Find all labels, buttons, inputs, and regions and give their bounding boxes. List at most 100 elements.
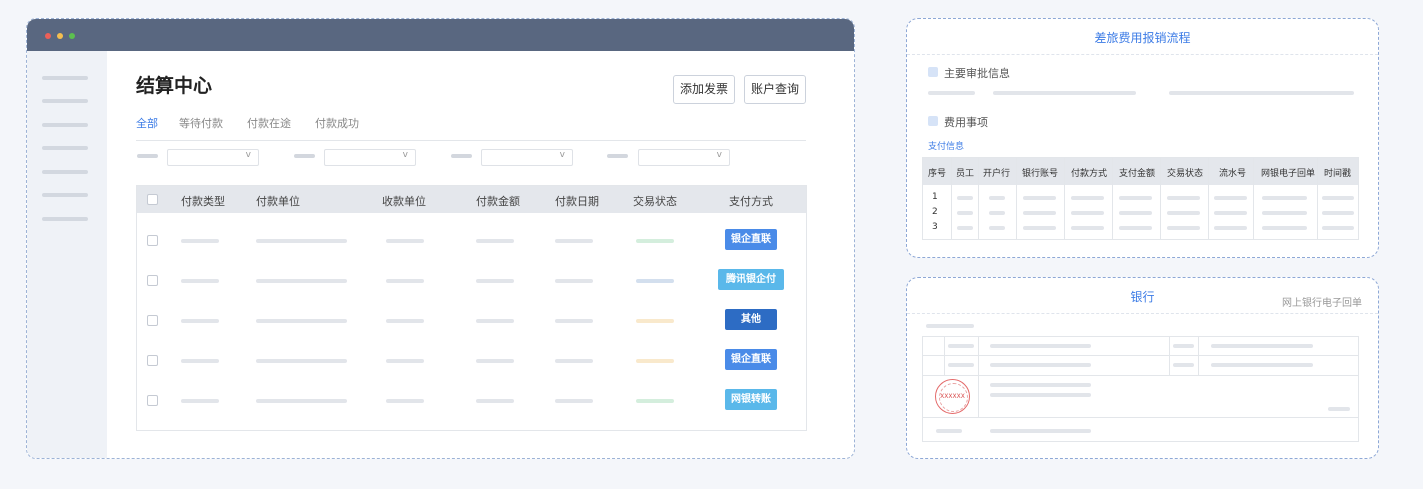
section-label: 主要审批信息	[944, 67, 1010, 80]
placeholder-text	[993, 91, 1136, 95]
placeholder-cell	[1071, 196, 1104, 200]
table-header: 付款类型 付款单位 收款单位 付款金额 付款日期 交易状态 支付方式	[137, 186, 806, 213]
column-header: 开户行	[983, 169, 1011, 179]
placeholder-cell	[555, 279, 593, 283]
account-query-button[interactable]: 账户查询	[744, 75, 806, 104]
filter-select[interactable]: v	[481, 149, 573, 166]
sidebar-item[interactable]	[42, 193, 88, 197]
chevron-down-icon: v	[402, 150, 408, 160]
row-checkbox[interactable]	[147, 235, 158, 246]
column-header: 流水号	[1219, 169, 1247, 179]
tab-all[interactable]: 全部	[136, 115, 158, 131]
placeholder-cell	[1119, 196, 1152, 200]
placeholder-cell	[989, 196, 1005, 200]
tab-payment-in-transit[interactable]: 付款在途	[247, 115, 291, 131]
placeholder-cell	[181, 399, 219, 403]
page-title: 结算中心	[136, 75, 213, 97]
placeholder-cell	[1214, 196, 1247, 200]
filter-label	[294, 154, 315, 158]
payment-method-tag[interactable]: 银企直联	[725, 349, 777, 370]
select-all-checkbox[interactable]	[147, 194, 158, 205]
table-row[interactable]: 银企直联	[137, 346, 806, 374]
settlement-window: 结算中心 添加发票 账户查询 全部 等待付款 付款在途 付款成功 v v v v…	[26, 18, 855, 459]
status-bar	[636, 359, 674, 363]
placeholder-cell	[989, 226, 1005, 230]
placeholder-text	[990, 363, 1091, 367]
filter-select[interactable]: v	[167, 149, 259, 166]
row-checkbox[interactable]	[147, 275, 158, 286]
row-checkbox[interactable]	[147, 395, 158, 406]
panel-divider	[907, 54, 1378, 55]
sidebar	[27, 51, 107, 458]
column-header: 支付金额	[1119, 169, 1156, 179]
add-invoice-button[interactable]: 添加发票	[673, 75, 735, 104]
payment-info-label: 支付信息	[928, 142, 965, 152]
sidebar-item[interactable]	[42, 146, 88, 150]
status-bar	[636, 319, 674, 323]
table-row[interactable]: 其他	[137, 306, 806, 334]
seal-text: XXXXXX	[940, 393, 965, 400]
travel-reimbursement-panel: 差旅费用报销流程 主要审批信息 费用事项 支付信息 序号 员工 开户行 银行账号…	[906, 18, 1379, 258]
placeholder-cell	[386, 279, 424, 283]
window-close-dot[interactable]	[45, 33, 51, 39]
row-divider	[923, 355, 1358, 356]
table-header: 序号 员工 开户行 银行账号 付款方式 支付金额 交易状态 流水号 网银电子回单…	[923, 158, 1358, 185]
panel-title: 差旅费用报销流程	[1094, 31, 1191, 45]
filter-label	[607, 154, 628, 158]
table-row[interactable]: 银企直联	[137, 226, 806, 254]
tab-payment-success[interactable]: 付款成功	[315, 115, 359, 131]
placeholder-cell	[476, 239, 514, 243]
row-number: 1	[932, 192, 938, 202]
payment-method-tag[interactable]: 银企直联	[725, 229, 777, 250]
row-checkbox[interactable]	[147, 315, 158, 326]
row-checkbox[interactable]	[147, 355, 158, 366]
placeholder-cell	[181, 319, 219, 323]
placeholder-cell	[1167, 226, 1200, 230]
placeholder-cell	[256, 239, 347, 243]
payment-method-tag[interactable]: 网银转账	[725, 389, 777, 410]
placeholder-text	[928, 91, 975, 95]
table-row[interactable]: 腾讯银企付	[137, 266, 806, 294]
placeholder-cell	[1262, 226, 1307, 230]
column-divider	[1169, 337, 1170, 375]
placeholder-text	[990, 393, 1091, 397]
placeholder-cell	[386, 399, 424, 403]
column-divider	[944, 337, 945, 375]
placeholder-cell	[1119, 211, 1152, 215]
placeholder-cell	[555, 399, 593, 403]
square-bullet-icon	[928, 116, 938, 126]
sidebar-item[interactable]	[42, 217, 88, 221]
placeholder-cell	[386, 239, 424, 243]
filter-select[interactable]: v	[638, 149, 730, 166]
filter-label	[137, 154, 158, 158]
payment-method-tag[interactable]: 腾讯银企付	[718, 269, 784, 290]
column-header: 网银电子回单	[1261, 169, 1316, 179]
column-header: 付款方式	[1071, 169, 1108, 179]
placeholder-cell	[256, 359, 347, 363]
placeholder-text	[990, 429, 1091, 433]
placeholder-cell	[957, 226, 973, 230]
payment-method-tag[interactable]: 其他	[725, 309, 777, 330]
sidebar-item[interactable]	[42, 99, 88, 103]
placeholder-cell	[1023, 211, 1056, 215]
placeholder-cell	[1322, 196, 1354, 200]
sidebar-item[interactable]	[42, 123, 88, 127]
chevron-down-icon: v	[716, 150, 722, 160]
placeholder-cell	[256, 319, 347, 323]
window-minimize-dot[interactable]	[57, 33, 63, 39]
placeholder-cell	[555, 359, 593, 363]
filter-select[interactable]: v	[324, 149, 416, 166]
filter-label	[451, 154, 472, 158]
tab-divider	[136, 140, 806, 141]
placeholder-cell	[181, 279, 219, 283]
placeholder-cell	[181, 239, 219, 243]
table-row: 2	[923, 207, 1358, 219]
tab-awaiting-payment[interactable]: 等待付款	[179, 115, 223, 131]
column-header: 支付方式	[729, 195, 773, 208]
placeholder-cell	[957, 196, 973, 200]
sidebar-item[interactable]	[42, 170, 88, 174]
sidebar-item[interactable]	[42, 76, 88, 80]
payment-info-table: 序号 员工 开户行 银行账号 付款方式 支付金额 交易状态 流水号 网银电子回单…	[922, 157, 1359, 240]
table-row[interactable]: 网银转账	[137, 386, 806, 414]
window-maximize-dot[interactable]	[69, 33, 75, 39]
